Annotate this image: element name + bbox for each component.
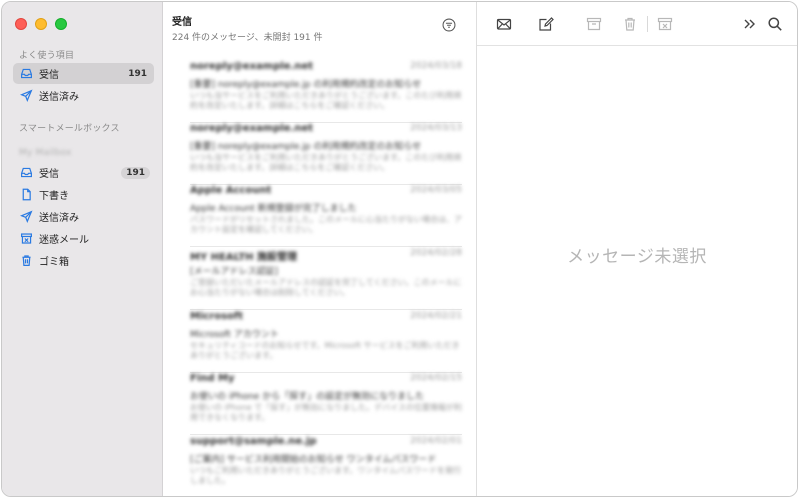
trash-icon — [625, 17, 635, 31]
mail-window: よく使う項目 受信 191 送信済み スマートメールボックス My Mailbo… — [1, 1, 798, 497]
inbox-icon — [19, 166, 33, 180]
zoom-window-button[interactable] — [55, 18, 67, 30]
message-preview: いつも当サービスをご利用いただきありがとうございます。このたび利用規約を改定いた… — [190, 91, 462, 110]
delete-button[interactable] — [621, 15, 639, 33]
sidebar-item-favorites-sent[interactable]: 送信済み — [13, 85, 154, 106]
sidebar-item-favorites-inbox[interactable]: 受信 191 — [13, 63, 154, 84]
message-sender: Apple Account — [190, 185, 272, 196]
message-date: 2024/02/21 — [410, 311, 462, 321]
toolbar — [477, 2, 797, 46]
message-date: 2024/02/01 — [410, 436, 462, 446]
favorites-section-title: よく使う項目 — [19, 51, 75, 61]
message-preview: お使いの iPhone で「探す」が無効になりました。デバイスの位置情報が利用で… — [190, 403, 462, 422]
divider — [190, 434, 462, 435]
junk-icon — [657, 17, 673, 31]
close-window-button[interactable] — [15, 18, 27, 30]
message-preview: いつも当サービスをご利用いただきありがとうございます。このたび利用規約を改定いた… — [190, 153, 462, 172]
message-preview: いつもご利用いただきありがとうございます。ワンタイムパスワードを発行しました。 — [190, 466, 462, 485]
junk-icon — [19, 232, 33, 246]
message-preview: セキュリティコードのお知らせです。Microsoft サービスをご利用いただきあ… — [190, 341, 460, 360]
message-row[interactable]: Microsoft 2024/02/21 Microsoft アカウント セキュリ… — [190, 311, 462, 373]
account-section-title[interactable]: My Mailbox — [19, 148, 72, 158]
filter-icon — [442, 18, 456, 32]
more-chevrons-icon — [744, 19, 755, 29]
message-row[interactable]: Find My 2024/02/15 お使いの iPhone から「探す」の設定が… — [190, 373, 462, 435]
more-toolbar-button[interactable] — [740, 15, 758, 33]
sidebar-item-junk[interactable]: 迷惑メール — [13, 228, 154, 249]
divider — [190, 309, 462, 310]
unread-count: 191 — [128, 68, 147, 79]
trash-icon — [19, 254, 33, 268]
sidebar: よく使う項目 受信 191 送信済み スマートメールボックス My Mailbo… — [2, 2, 163, 496]
message-subject: お使いの iPhone から「探す」の設定が無効になりました — [190, 392, 425, 401]
sidebar-item-inbox[interactable]: 受信 191 — [13, 162, 154, 183]
message-date: 2024/02/28 — [410, 248, 462, 258]
message-count-summary: 224 件のメッセージ、未開封 191 件 — [172, 33, 323, 43]
document-icon — [19, 188, 33, 202]
junk-button[interactable] — [656, 15, 674, 33]
sidebar-item-label: 下書き — [39, 191, 69, 202]
message-sender: Microsoft — [190, 311, 244, 322]
paperplane-icon — [19, 210, 33, 224]
message-subject: [重要] noreply@example.jp の利用規約改定のお知らせ — [190, 142, 422, 151]
message-viewer: メッセージ未選択 — [477, 2, 797, 496]
minimize-window-button[interactable] — [35, 18, 47, 30]
compose-icon — [539, 17, 554, 31]
message-row[interactable]: noreply@example.net 2024/03/13 [重要] norep… — [190, 123, 462, 185]
paperplane-icon — [19, 89, 33, 103]
sidebar-item-trash[interactable]: ゴミ箱 — [13, 250, 154, 271]
message-date: 2024/03/13 — [410, 123, 462, 133]
get-mail-button[interactable] — [495, 15, 513, 33]
search-button[interactable] — [766, 15, 784, 33]
archive-icon — [586, 17, 602, 31]
sidebar-item-label: 受信 — [39, 169, 59, 180]
message-row[interactable]: Apple Account 2024/03/05 Apple Account 新規… — [190, 185, 462, 247]
message-list: 受信 224 件のメッセージ、未開封 191 件 noreply@example… — [163, 2, 477, 496]
message-list-header: 受信 224 件のメッセージ、未開封 191 件 — [172, 13, 323, 43]
message-sender: MY HEALTH 施設管理 — [190, 252, 298, 263]
window-controls — [15, 18, 67, 30]
message-row[interactable]: MY HEALTH 施設管理 2024/02/28 [メールアドレス認証] ご登録… — [190, 248, 462, 310]
message-subject: Microsoft アカウント — [190, 330, 279, 339]
message-preview: パスワードがリセットされました。このメールに心当たりがない場合は、アカウント設定… — [190, 215, 462, 234]
unread-count-badge: 191 — [121, 166, 150, 179]
search-icon — [768, 17, 782, 31]
sidebar-item-label: 受信 — [39, 70, 59, 81]
message-subject: [ご案内] サービス利用開始のお知らせ ワンタイムパスワード — [190, 455, 437, 464]
message-row[interactable]: support@sample.ne.jp 2024/02/01 [ご案内] サービ… — [190, 436, 462, 496]
filter-button[interactable] — [442, 17, 456, 32]
mailbox-title: 受信 — [172, 17, 192, 28]
archive-button[interactable] — [585, 15, 603, 33]
divider — [190, 246, 462, 247]
sidebar-item-drafts[interactable]: 下書き — [13, 184, 154, 205]
message-sender: Find My — [190, 373, 235, 384]
inbox-icon — [19, 67, 33, 81]
message-sender: noreply@example.net — [190, 123, 314, 134]
envelope-icon — [496, 18, 512, 30]
toolbar-divider — [647, 16, 648, 32]
sidebar-item-label: 送信済み — [39, 92, 79, 103]
no-message-selected-label: メッセージ未選択 — [567, 247, 707, 267]
message-date: 2024/03/18 — [410, 61, 462, 71]
message-subject: [メールアドレス認証] — [190, 267, 279, 276]
message-date: 2024/02/15 — [410, 373, 462, 383]
sidebar-item-sent[interactable]: 送信済み — [13, 206, 154, 227]
message-sender: support@sample.ne.jp — [190, 436, 317, 447]
message-sender: noreply@example.net — [190, 61, 314, 72]
message-subject: Apple Account 新規登録が完了しました — [190, 204, 357, 213]
sidebar-item-label: ゴミ箱 — [39, 257, 69, 268]
message-preview: ご登録いただいたメールアドレスの認証を完了してください。このメールにお心当たりが… — [190, 278, 462, 297]
smart-mailboxes-section-title[interactable]: スマートメールボックス — [19, 121, 120, 134]
message-subject: [重要] noreply@example.jp の利用規約改定のお知らせ — [190, 80, 422, 89]
message-row[interactable]: noreply@example.net 2024/03/18 [重要] norep… — [190, 61, 462, 123]
sidebar-item-label: 送信済み — [39, 213, 79, 224]
compose-button[interactable] — [537, 15, 555, 33]
message-date: 2024/03/05 — [410, 185, 462, 195]
sidebar-item-label: 迷惑メール — [39, 235, 89, 246]
